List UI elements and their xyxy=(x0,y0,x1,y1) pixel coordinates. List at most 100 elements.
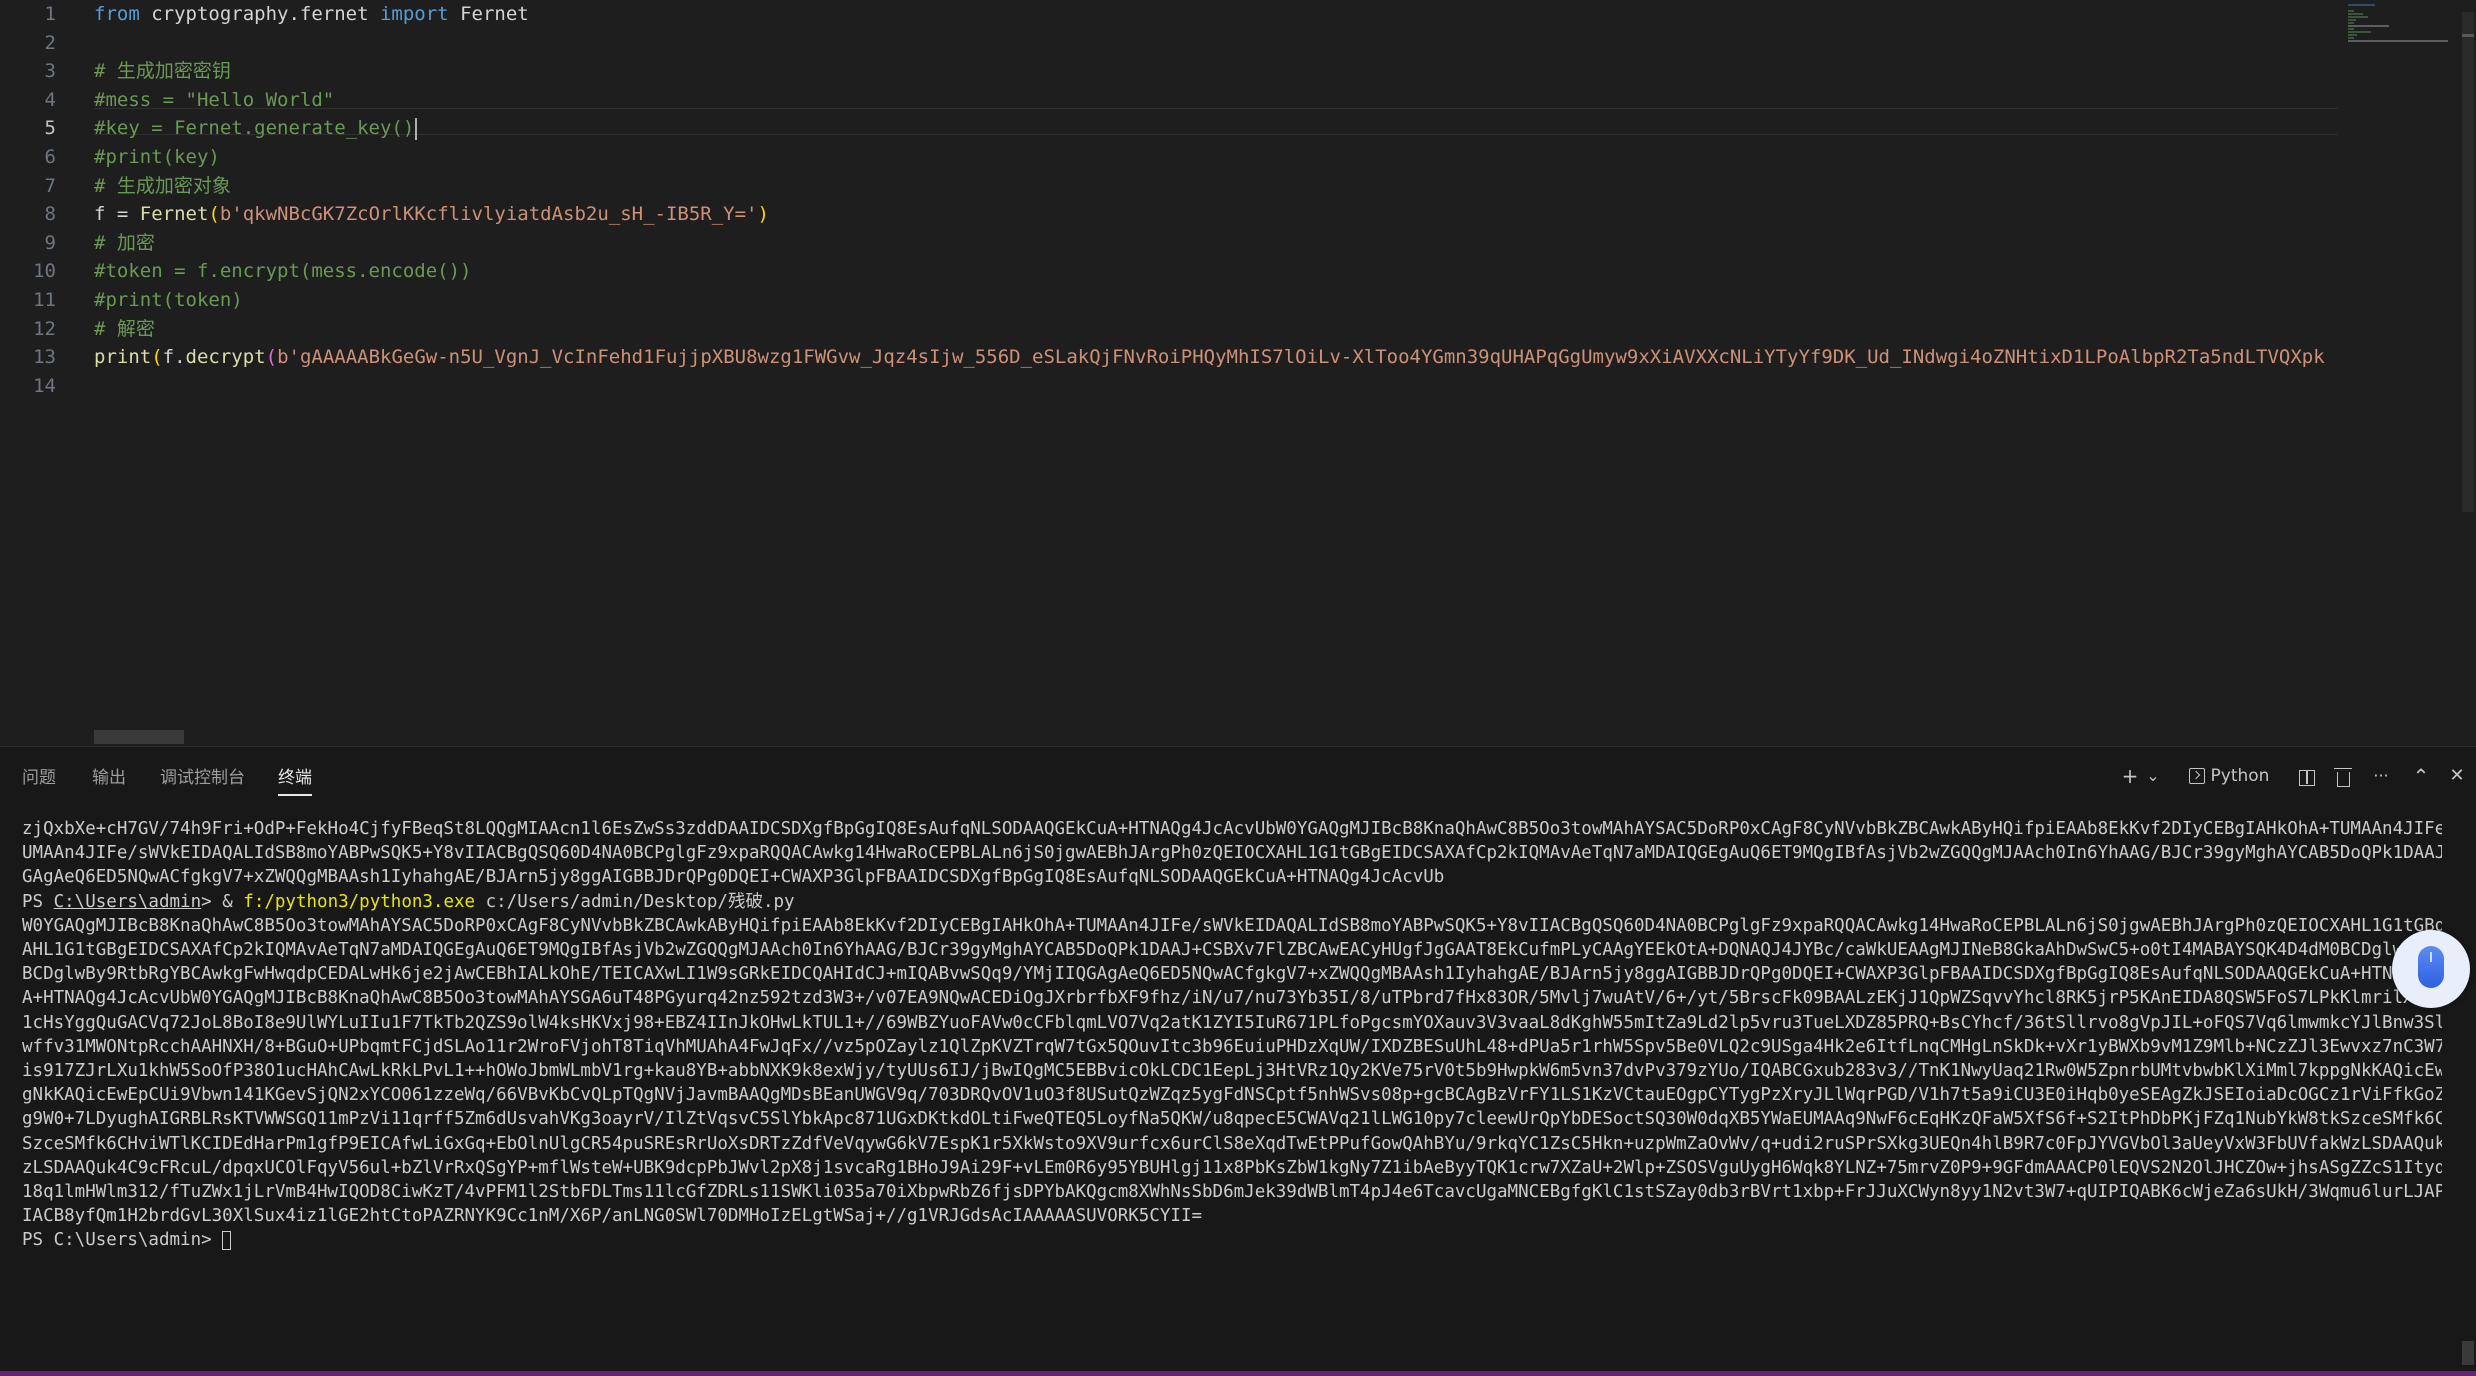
code-token: #print(token) xyxy=(94,289,243,311)
terminal-line: PS C:\Users\admin> xyxy=(22,1228,2442,1252)
line-number: 4 xyxy=(44,88,56,111)
minimap-line xyxy=(2348,34,2358,36)
close-icon: ✕ xyxy=(2449,765,2465,786)
code-token: #key = Fernet.generate_key() xyxy=(94,117,415,140)
vscode-window: 1 2 3 4 5 6 7 8 9 10 11 12 13 14 from cryptography.fe… xyxy=(0,0,2476,1376)
terminal-text: > & xyxy=(201,891,244,912)
tab-terminal[interactable]: 终端 xyxy=(278,764,312,796)
line-number: 14 xyxy=(33,374,56,397)
code-token: f. xyxy=(162,346,186,369)
terminal-line: W0YGAQgMJIBcB8KnaQhAwC8B5Oo3towMAhAYSAC5… xyxy=(22,914,2442,938)
text-cursor xyxy=(415,117,418,140)
minimap-line xyxy=(2348,4,2375,6)
code-area[interactable]: from cryptography.fernet import Fernet # … xyxy=(94,0,2338,744)
new-terminal-button[interactable]: + xyxy=(2116,759,2144,793)
code-line[interactable]: #key = Fernet.generate_key() xyxy=(94,114,418,143)
code-line[interactable]: print(f.decrypt(b'gAAAAABkGeGw-n5U_VgnJ_… xyxy=(94,343,2325,372)
terminal-dropdown-button[interactable]: ⌄ xyxy=(2142,759,2164,793)
terminal-line: g9W0+7LDyughAIGRBLRsKTVWWSGQ11mPzVi11qrf… xyxy=(22,1107,2442,1131)
terminal-text: is917ZJrLXu1khW5SoOfP38O1ucHAhCAwLkRkLPv… xyxy=(22,1061,2442,1081)
terminal-line: zjQxbXe+cH7GV/74h9Fri+OdP+FekHo4CjfyFBeq… xyxy=(22,817,2442,841)
terminal-text: IACB8yfQm1H2brdGvL30XlSux4iz1lGE2htCtoPA… xyxy=(22,1206,1203,1227)
code-token: Fernet xyxy=(448,3,529,25)
code-token: ( xyxy=(151,346,163,369)
terminal-line: A+HTNAQg4JcAcvUbW0YGAQgMJIBcB8KnaQhAwC8B… xyxy=(22,986,2442,1010)
code-token: #print(key) xyxy=(94,146,220,168)
minimap[interactable] xyxy=(2338,0,2458,744)
minimap-line xyxy=(2348,37,2354,39)
terminal-line: BCDglwBy9RtbRgYBCAwkgFwHwqdpCEDALwHk6je2… xyxy=(22,962,2442,986)
terminal-text: GAgAeQ6ED5NQwACfgkgV7+xZWQQgMBAAsh1Iyhah… xyxy=(22,867,1445,888)
terminal-output[interactable]: zjQxbXe+cH7GV/74h9Fri+OdP+FekHo4CjfyFBeq… xyxy=(22,817,2442,1365)
floating-assistant-button[interactable] xyxy=(2392,930,2470,1008)
terminal-text: 1cHsYggQuGACVq72JoL8BoI8e9UlWYLuIIu1F7Tk… xyxy=(22,1012,2442,1033)
terminal-line: GAgAeQ6ED5NQwACfgkgV7+xZWQQgMBAAsh1Iyhah… xyxy=(22,865,2442,889)
code-line[interactable]: # 生成加密对象 xyxy=(94,172,231,201)
terminal-path-link[interactable]: C:\Users\admin xyxy=(54,892,202,912)
terminal-text: W0YGAQgMJIBcB8KnaQhAwC8B5Oo3towMAhAYSAC5… xyxy=(22,915,2442,936)
line-number: 12 xyxy=(33,317,56,340)
line-number: 2 xyxy=(44,31,56,54)
tab-debug-console[interactable]: 调试控制台 xyxy=(160,764,245,794)
code-token: Fernet xyxy=(139,203,209,226)
minimap-line xyxy=(2348,31,2372,33)
code-token: f = xyxy=(94,203,140,226)
close-panel-button[interactable]: ✕ xyxy=(2442,759,2472,793)
line-number: 9 xyxy=(44,231,56,254)
terminal-profile-label: Python xyxy=(2210,766,2270,786)
code-line[interactable]: #print(key) xyxy=(94,143,220,172)
terminal-line: AHL1G1tGBgEIDCSAXAfCp2kIQMAvAeTqN7aMDAIQ… xyxy=(22,938,2442,962)
ellipsis-icon: ··· xyxy=(2373,766,2389,785)
line-number: 1 xyxy=(44,3,56,25)
code-line[interactable]: from cryptography.fernet import Fernet xyxy=(94,0,529,29)
terminal-text: BCDglwBy9RtbRgYBCAwkgFwHwqdpCEDALwHk6je2… xyxy=(22,964,2442,985)
code-line[interactable]: # 加密 xyxy=(94,229,155,258)
terminal-text: PS xyxy=(22,891,54,912)
code-token: #token = f.encrypt(mess.encode()) xyxy=(94,260,472,283)
minimap-line xyxy=(2348,13,2363,15)
terminal-text: g9W0+7LDyughAIGRBLRsKTVWWSGQ11mPzVi11qrf… xyxy=(22,1109,2442,1130)
kill-terminal-button[interactable] xyxy=(2328,759,2358,793)
terminal-text: PS C:\Users\admin> xyxy=(22,1230,223,1251)
terminal-scrollbar[interactable] xyxy=(2460,807,2476,1367)
minimap-line xyxy=(2348,19,2356,21)
code-token: # 解密 xyxy=(94,317,155,340)
code-token: # 生成加密密钥 xyxy=(94,60,231,83)
code-token: cryptography.fernet xyxy=(139,3,380,25)
terminal-text: A+HTNAQg4JcAcvUbW0YGAQgMJIBcB8KnaQhAwC8B… xyxy=(22,988,2442,1009)
terminal-profile-selector[interactable]: Python xyxy=(2174,759,2284,793)
terminal-line: gNkKAQicEwEpCUi9Vbwn141KGevSjQN2xYCO061z… xyxy=(22,1083,2442,1107)
code-line[interactable]: #mess = "Hello World" xyxy=(94,86,334,115)
line-number: 5 xyxy=(44,117,56,140)
code-editor[interactable]: 1 2 3 4 5 6 7 8 9 10 11 12 13 14 from cryptography.fe… xyxy=(0,0,2476,744)
tab-output[interactable]: 输出 xyxy=(92,764,126,794)
editor-vertical-scrollbar[interactable] xyxy=(2460,0,2476,744)
more-actions-button[interactable]: ··· xyxy=(2366,759,2396,793)
code-line[interactable]: f = Fernet(b'qkwNBcGK7ZcOrlKKcflivlyiatd… xyxy=(94,200,769,229)
code-line[interactable]: #print(token) xyxy=(94,286,243,315)
split-terminal-button[interactable] xyxy=(2292,759,2322,793)
panel-tab-bar: 问题 输出 调试控制台 终端 + ⌄ Python ··· ⌃ ✕ xyxy=(0,747,2476,803)
terminal-line: 18q1lmHWlm312/fTuZWx1jLrVmB4HwIQOD8CiwKz… xyxy=(22,1180,2442,1204)
tab-problems[interactable]: 问题 xyxy=(22,764,56,794)
terminal-scroll-thumb[interactable] xyxy=(2462,1341,2474,1365)
code-line[interactable]: #token = f.encrypt(mess.encode()) xyxy=(94,257,472,286)
editor-scroll-thumb[interactable] xyxy=(2462,12,2474,512)
bottom-panel: 问题 输出 调试控制台 终端 + ⌄ Python ··· ⌃ ✕ zjQxbX… xyxy=(0,746,2476,1376)
minimap-line xyxy=(2348,28,2354,30)
trash-icon xyxy=(2333,767,2352,787)
terminal-text: AHL1G1tGBgEIDCSAXAfCp2kIQMAvAeTqN7aMDAIQ… xyxy=(22,940,2442,960)
terminal-icon xyxy=(2188,768,2205,784)
line-number: 8 xyxy=(44,203,56,226)
terminal-line: zLSDAAQuk4C9cFRcuL/dpqxUCOlFqyV56ul+bZlV… xyxy=(22,1156,2442,1180)
terminal-text: wffv31MWONtpRcchAAHNXH/8+BGuO+UPbqmtFCjd… xyxy=(22,1036,2442,1057)
panel-actions: + ⌄ Python ··· ⌃ ✕ xyxy=(2116,759,2476,793)
code-token: # 生成加密对象 xyxy=(94,174,231,197)
maximize-panel-button[interactable]: ⌃ xyxy=(2406,759,2436,793)
editor-horizontal-scroll-thumb[interactable] xyxy=(94,730,184,744)
terminal-line: wffv31MWONtpRcchAAHNXH/8+BGuO+UPbqmtFCjd… xyxy=(22,1035,2442,1059)
code-line[interactable]: # 生成加密密钥 xyxy=(94,57,231,86)
terminal-text: zjQxbXe+cH7GV/74h9Fri+OdP+FekHo4CjfyFBeq… xyxy=(22,819,2442,839)
line-number: 13 xyxy=(33,346,56,369)
code-line[interactable]: # 解密 xyxy=(94,315,155,344)
